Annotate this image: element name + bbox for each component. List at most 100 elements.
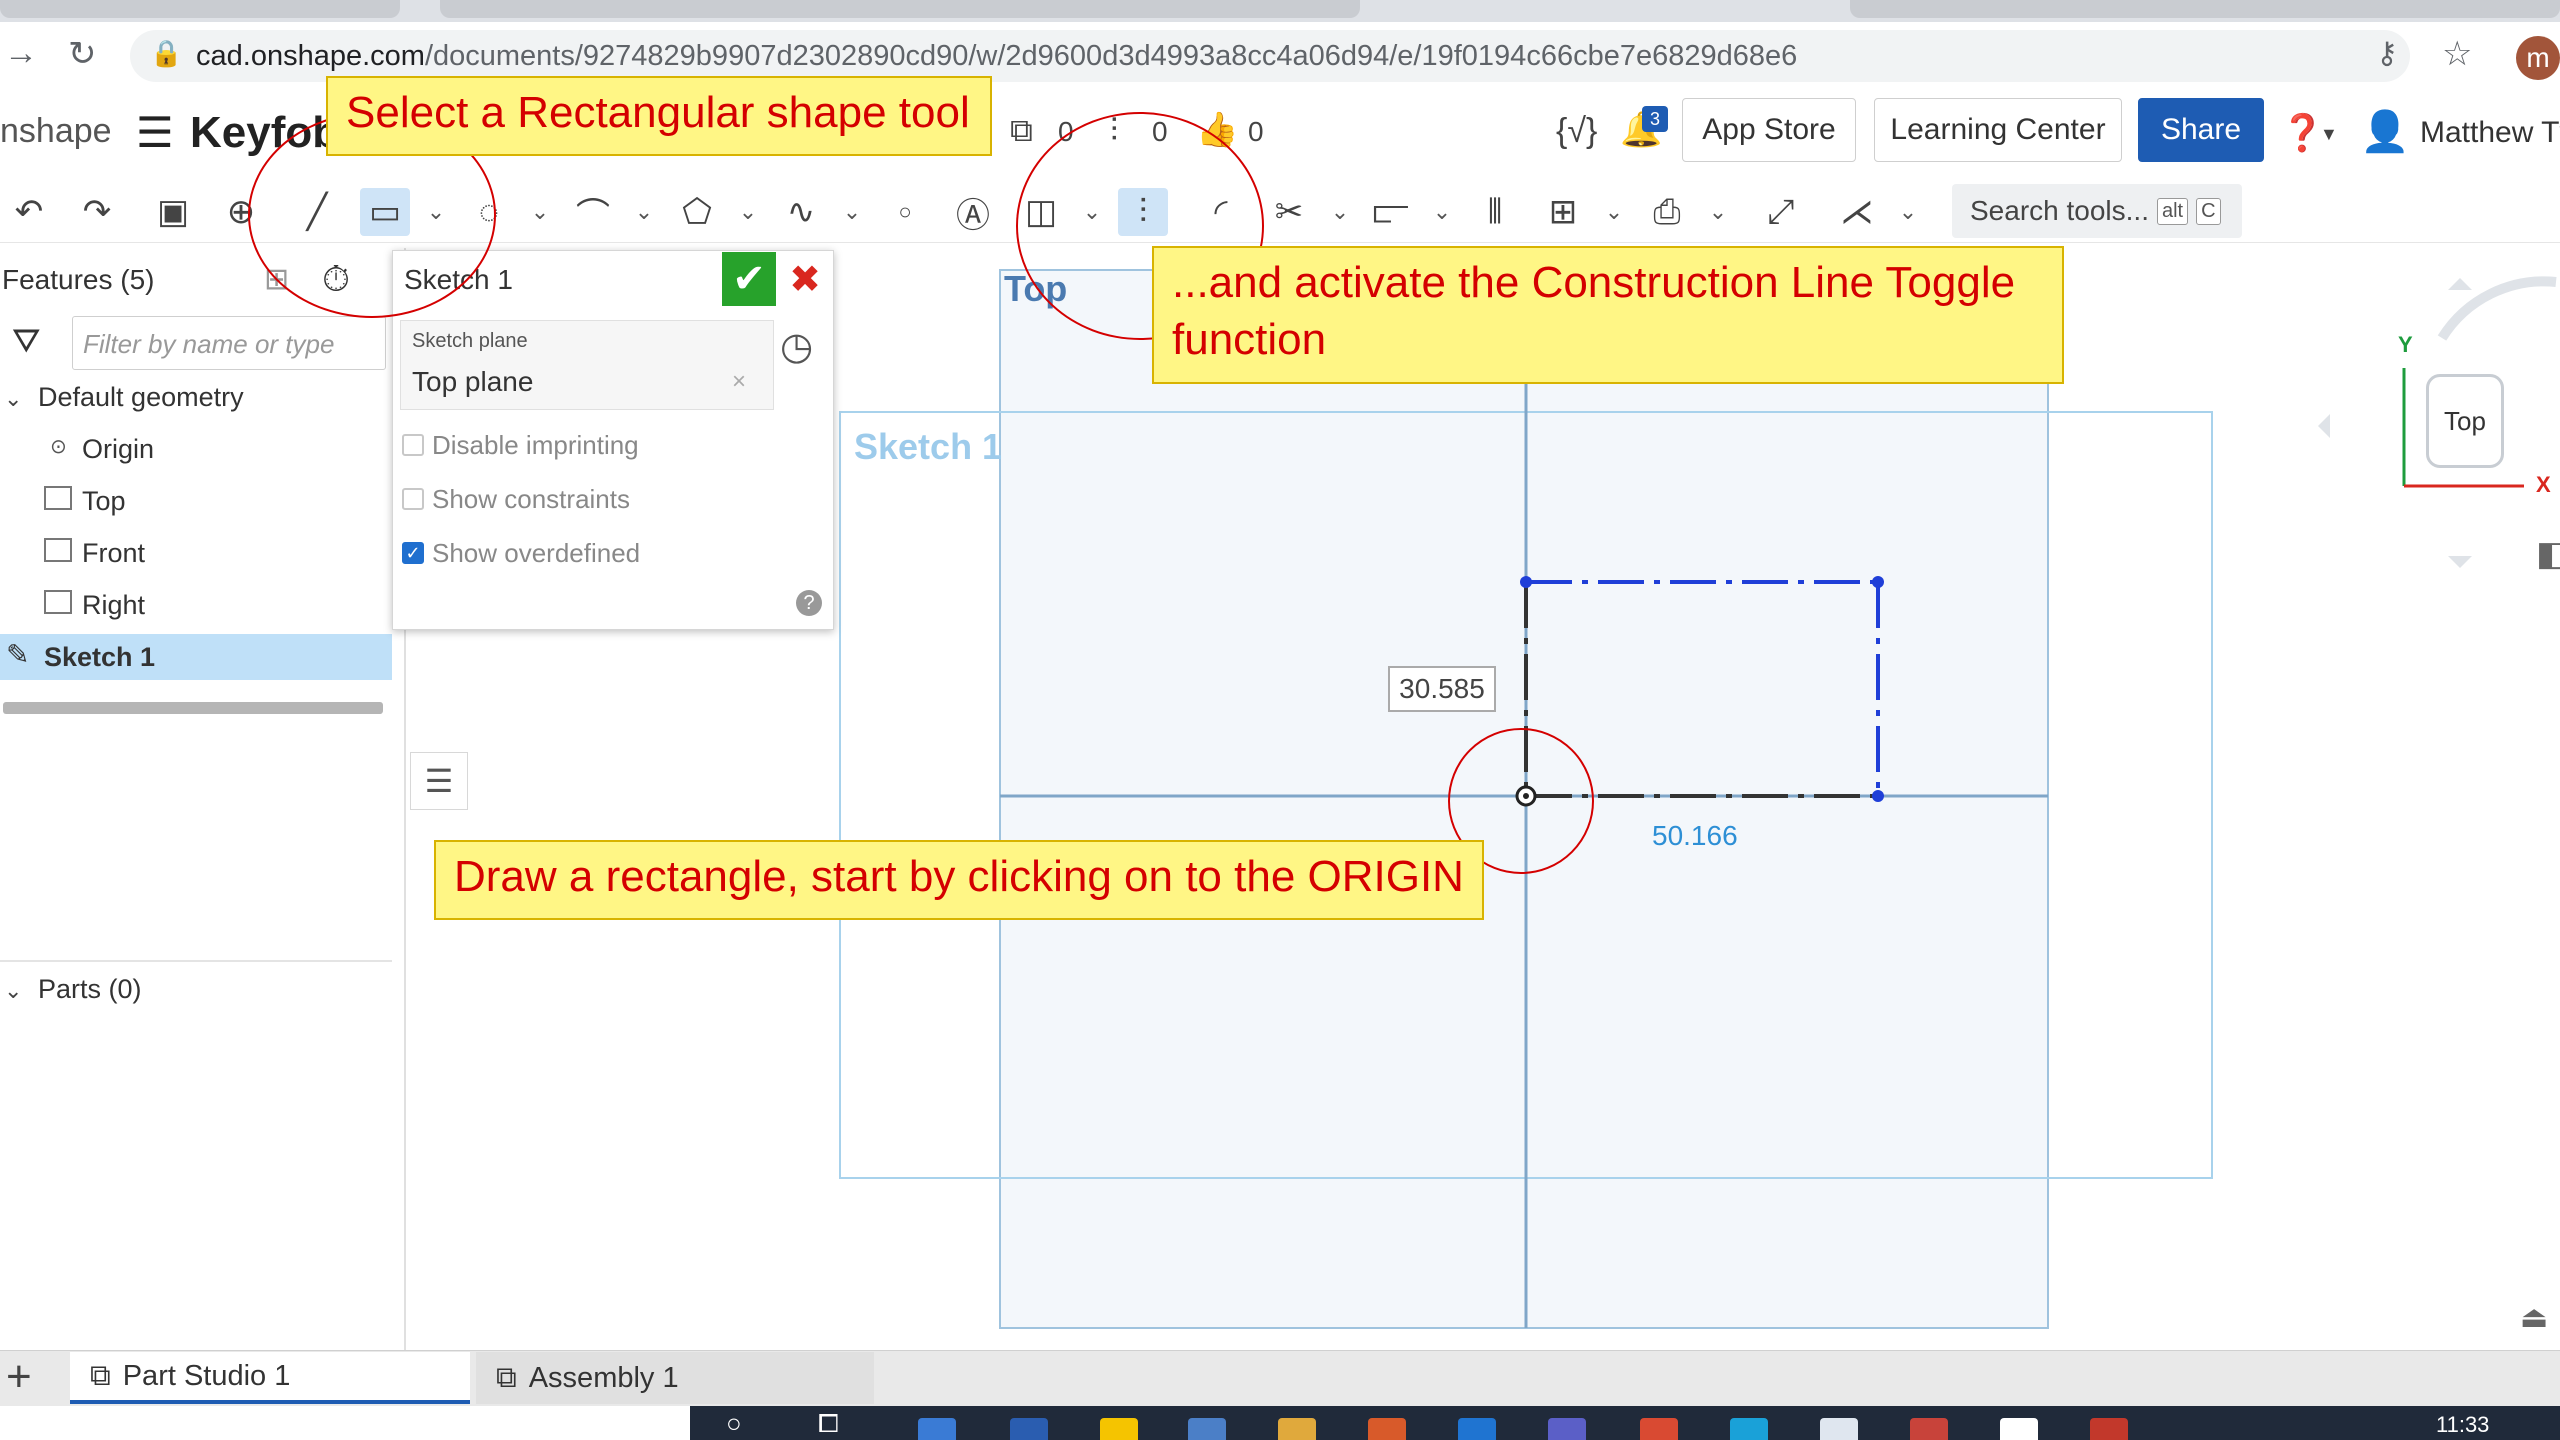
feature-item-right[interactable]: Right: [82, 590, 145, 621]
dimension-width-value[interactable]: 50.166: [1652, 820, 1738, 852]
taskbar-app-icon[interactable]: [1368, 1418, 1406, 1440]
share-button[interactable]: Share: [2138, 98, 2264, 162]
feature-scrollbar[interactable]: [3, 702, 383, 714]
pattern-dropdown-icon[interactable]: ⌄: [1600, 188, 1628, 236]
dxf-dropdown-icon[interactable]: ⌄: [1704, 188, 1732, 236]
tab-assembly-label: Assembly 1: [528, 1361, 679, 1394]
circle-dropdown-icon[interactable]: ⌄: [526, 188, 554, 236]
intersection-tool-icon[interactable]: ⋌: [1832, 188, 1882, 236]
brand-logo[interactable]: nshape: [0, 112, 112, 151]
tab-part-studio[interactable]: ⧉ Part Studio 1: [70, 1352, 470, 1404]
assembly-icon: ⧉: [496, 1361, 517, 1394]
redo-icon[interactable]: ↷: [72, 188, 122, 236]
taskbar-app-icon[interactable]: [1188, 1418, 1226, 1440]
taskbar-app-icon[interactable]: [1640, 1418, 1678, 1440]
profile-avatar[interactable]: m: [2516, 36, 2560, 80]
taskbar-app-icon[interactable]: [2090, 1418, 2128, 1440]
tip-select-rectangle: Select a Rectangular shape tool: [326, 76, 992, 156]
reload-icon[interactable]: ↻: [68, 34, 97, 74]
show-overdefined-checkbox[interactable]: ✓: [402, 542, 424, 564]
list-toggle-icon[interactable]: ☰: [410, 752, 468, 810]
disable-imprinting-checkbox[interactable]: [402, 434, 424, 456]
taskbar-app-icon[interactable]: [1548, 1418, 1586, 1440]
help-icon[interactable]: ❓: [2280, 112, 2325, 154]
history-icon[interactable]: ◷: [780, 324, 813, 369]
trim-dropdown-icon[interactable]: ⌄: [1326, 188, 1354, 236]
feature-item-top[interactable]: Top: [82, 486, 126, 517]
dialog-help-icon[interactable]: ?: [796, 590, 822, 616]
taskbar-app-icon[interactable]: [2000, 1418, 2038, 1440]
taskbar-app-icon[interactable]: [1278, 1418, 1316, 1440]
help-dropdown-icon[interactable]: ▼: [2320, 124, 2338, 145]
add-tab-icon[interactable]: +: [6, 1352, 32, 1402]
menu-icon[interactable]: ☰: [136, 108, 174, 157]
filter-icon[interactable]: ⛛: [12, 322, 41, 361]
text-tool-icon[interactable]: Ⓐ: [948, 188, 998, 236]
view-cube[interactable]: Top: [2426, 374, 2504, 468]
point-tool-icon[interactable]: ○: [880, 188, 930, 236]
intersection-dropdown-icon[interactable]: ⌄: [1894, 188, 1922, 236]
user-name[interactable]: Matthew Tv: [2420, 116, 2560, 150]
cancel-button[interactable]: ✖: [780, 252, 830, 306]
mirror-tool-icon[interactable]: ⫴: [1470, 188, 1520, 236]
view-down-arrow: [2448, 556, 2472, 568]
taskbar-app-icon[interactable]: [1820, 1418, 1858, 1440]
taskbar-app-icon[interactable]: [1100, 1418, 1138, 1440]
task-view-icon[interactable]: ⧠: [818, 1408, 839, 1440]
pattern-tool-icon[interactable]: ⊞: [1538, 188, 1588, 236]
offset-tool-icon[interactable]: ⫍: [1366, 188, 1416, 236]
learning-center-button[interactable]: Learning Center: [1874, 98, 2122, 162]
parts-folder[interactable]: Parts (0): [38, 974, 142, 1005]
taskbar-clock[interactable]: 11:33: [2436, 1412, 2489, 1438]
spline-dropdown-icon[interactable]: ⌄: [838, 188, 866, 236]
browser-tab[interactable]: [1850, 0, 2560, 18]
forward-icon[interactable]: →: [4, 34, 38, 73]
trim-tool-icon[interactable]: ✂: [1264, 188, 1314, 236]
clear-plane-icon[interactable]: ×: [732, 368, 746, 396]
feature-filter-input[interactable]: Filter by name or type: [72, 316, 386, 370]
feature-item-front[interactable]: Front: [82, 538, 145, 569]
browser-tab[interactable]: [0, 0, 400, 18]
tip-construction-toggle: ...and activate the Construction Line To…: [1152, 246, 2064, 384]
browser-tab[interactable]: [440, 0, 1360, 18]
taskbar-app-icon[interactable]: [918, 1418, 956, 1440]
feature-item-origin[interactable]: Origin: [82, 434, 154, 465]
taskbar-app-icon[interactable]: [1010, 1418, 1048, 1440]
sketch-1-label[interactable]: Sketch 1: [44, 642, 155, 673]
spline-tool-icon[interactable]: ∿: [776, 188, 826, 236]
sketch-plane-value[interactable]: Top plane: [412, 366, 533, 398]
view-mode-icon[interactable]: ◧: [2536, 534, 2560, 574]
tape-measure-icon[interactable]: ⏏: [2520, 1300, 2548, 1335]
dimension-height-input[interactable]: 30.585: [1388, 666, 1496, 712]
polygon-dropdown-icon[interactable]: ⌄: [734, 188, 762, 236]
star-icon[interactable]: ☆: [2442, 34, 2472, 74]
taskbar-search-icon[interactable]: ○: [726, 1408, 742, 1439]
key-icon[interactable]: ⚷: [2376, 36, 2398, 71]
taskbar-app-icon[interactable]: [1730, 1418, 1768, 1440]
show-constraints-label: Show constraints: [432, 484, 630, 514]
app-store-button[interactable]: App Store: [1682, 98, 1856, 162]
arc-tool-icon[interactable]: ⌒: [568, 188, 618, 236]
default-geometry-folder[interactable]: Default geometry: [38, 382, 244, 413]
transform-tool-icon[interactable]: ⤢: [1756, 188, 1806, 236]
user-avatar-icon[interactable]: 👤: [2360, 108, 2410, 155]
rect-corner-point: [1872, 576, 1884, 588]
undo-icon[interactable]: ↶: [4, 188, 54, 236]
tab-assembly[interactable]: ⧉ Assembly 1: [476, 1352, 874, 1404]
show-constraints-checkbox[interactable]: [402, 488, 424, 510]
polygon-tool-icon[interactable]: ⬠: [672, 188, 722, 236]
variables-icon[interactable]: {√}: [1556, 112, 1597, 151]
arc-dropdown-icon[interactable]: ⌄: [630, 188, 658, 236]
taskbar-search-box[interactable]: [0, 1406, 690, 1440]
chevron-down-icon[interactable]: ⌄: [4, 386, 22, 412]
versions-icon[interactable]: ⧉: [1010, 112, 1033, 150]
search-tools-input[interactable]: Search tools... alt C: [1952, 184, 2242, 238]
taskbar-app-icon[interactable]: [1910, 1418, 1948, 1440]
taskbar-app-icon[interactable]: [1458, 1418, 1496, 1440]
copy-icon[interactable]: ▣: [148, 188, 198, 236]
url-text[interactable]: cad.onshape.com/documents/9274829b9907d2…: [196, 40, 1797, 73]
chevron-down-icon[interactable]: ⌄: [4, 978, 22, 1004]
accept-button[interactable]: ✔: [722, 252, 776, 306]
dxf-import-icon[interactable]: ⎙: [1642, 188, 1692, 236]
offset-dropdown-icon[interactable]: ⌄: [1428, 188, 1456, 236]
